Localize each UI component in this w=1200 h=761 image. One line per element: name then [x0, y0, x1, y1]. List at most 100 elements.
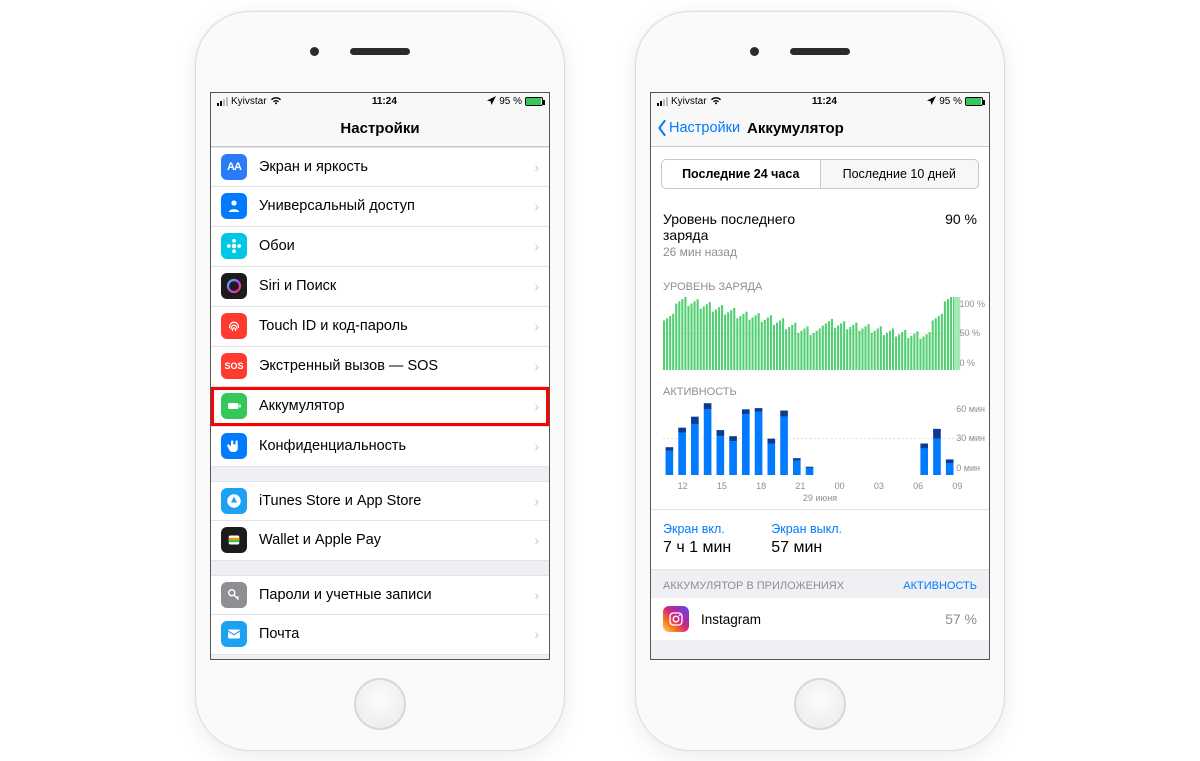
activity-chart[interactable]: 60 мин 30 мин 0 мин [651, 402, 989, 481]
chevron-right-icon: › [534, 358, 539, 374]
xlabel: 06 [899, 481, 938, 491]
last-charge-label: Уровень последнего заряда [663, 211, 843, 243]
settings-row-appstore[interactable]: iTunes Store и App Store › [211, 481, 549, 521]
xlabel: 09 [938, 481, 977, 491]
row-label: Touch ID и код-пароль [259, 318, 534, 334]
last-charge-time: 26 мин назад [651, 245, 989, 271]
settings-row-hand[interactable]: Конфиденциальность › [211, 427, 549, 467]
xlabel: 00 [820, 481, 859, 491]
chevron-right-icon: › [534, 278, 539, 294]
settings-row-siri[interactable]: Siri и Поиск › [211, 267, 549, 307]
phone-speaker [350, 48, 410, 55]
home-button[interactable] [354, 678, 406, 730]
apps-header-sort[interactable]: АКТИВНОСТЬ [903, 580, 977, 592]
home-button[interactable] [794, 678, 846, 730]
status-bar: Kyivstar 11:24 95 % [211, 93, 549, 111]
battery-icon [965, 97, 983, 106]
signal-icon [217, 97, 228, 106]
carrier-label: Kyivstar [231, 96, 267, 107]
settings-row-person[interactable]: Универсальный доступ › [211, 187, 549, 227]
chevron-right-icon: › [534, 587, 539, 603]
row-label: iTunes Store и App Store [259, 493, 534, 509]
segment-control[interactable]: Последние 24 часа Последние 10 дней [661, 159, 979, 189]
screen-off-value: 57 мин [771, 539, 842, 557]
chevron-right-icon: › [534, 198, 539, 214]
chevron-right-icon: › [534, 438, 539, 454]
iphone-frame-right: Kyivstar 11:24 95 % Настройки Аккумулято… [635, 11, 1005, 751]
x-axis-labels: 1215182100030609 [651, 481, 989, 493]
battery-pct: 95 % [499, 96, 522, 107]
ylabel: 100 % [959, 299, 985, 309]
app-row-instagram[interactable]: Instagram 57 % [651, 598, 989, 640]
settings-row-touchid[interactable]: Touch ID и код-пароль › [211, 307, 549, 347]
row-label: Конфиденциальность [259, 438, 534, 454]
nav-header: Настройки Аккумулятор [651, 111, 989, 147]
apps-header-label: АККУМУЛЯТОР В ПРИЛОЖЕНИЯХ [663, 580, 844, 592]
section-charge-title: УРОВЕНЬ ЗАРЯДА [651, 277, 989, 297]
xlabel: 18 [742, 481, 781, 491]
segment-10d[interactable]: Последние 10 дней [820, 160, 979, 188]
row-label: Siri и Поиск [259, 278, 534, 294]
settings-row-AA[interactable]: AA Экран и яркость › [211, 147, 549, 187]
chevron-right-icon: › [534, 159, 539, 175]
appstore-icon [221, 488, 247, 514]
ylabel: 60 мин [956, 404, 985, 414]
chevron-right-icon: › [534, 493, 539, 509]
ylabel: 0 % [959, 358, 985, 368]
screen-battery-detail: Kyivstar 11:24 95 % Настройки Аккумулято… [650, 92, 990, 660]
chevron-right-icon: › [534, 532, 539, 548]
xlabel: 21 [781, 481, 820, 491]
chevron-right-icon: › [534, 398, 539, 414]
signal-icon [657, 97, 668, 106]
battery-icon [525, 97, 543, 106]
last-charge-value: 90 % [945, 211, 977, 243]
page-title: Аккумулятор [747, 120, 844, 137]
flower-icon [221, 233, 247, 259]
screen-on-label: Экран вкл. [663, 522, 731, 536]
chevron-right-icon: › [534, 626, 539, 642]
back-label: Настройки [669, 120, 740, 136]
settings-group-2: iTunes Store и App Store › Wallet и Appl… [211, 481, 549, 561]
screen-on-value: 7 ч 1 мин [663, 539, 731, 557]
battery-icon [221, 393, 247, 419]
settings-row-mail[interactable]: Почта › [211, 615, 549, 655]
settings-row-battery[interactable]: Аккумулятор › [211, 387, 549, 427]
chevron-right-icon: › [534, 238, 539, 254]
hand-icon [221, 433, 247, 459]
chevron-right-icon: › [534, 318, 539, 334]
app-pct: 57 % [945, 611, 977, 627]
wallet-icon [221, 527, 247, 553]
AA-icon: AA [221, 154, 247, 180]
touchid-icon [221, 313, 247, 339]
settings-group-3: Пароли и учетные записи › Почта › [211, 575, 549, 655]
xlabel: 12 [663, 481, 702, 491]
key-icon [221, 582, 247, 608]
wifi-icon [710, 96, 722, 108]
row-label: Аккумулятор [259, 398, 534, 414]
x-axis-sublabel: 29 июня [651, 493, 989, 509]
status-bar: Kyivstar 11:24 95 % [651, 93, 989, 111]
phone-camera [750, 47, 759, 56]
nav-header: Настройки [211, 111, 549, 147]
settings-row-SOS[interactable]: SOS Экстренный вызов — SOS › [211, 347, 549, 387]
row-label: Пароли и учетные записи [259, 587, 534, 603]
phone-camera [310, 47, 319, 56]
row-label: Универсальный доступ [259, 198, 534, 214]
settings-row-key[interactable]: Пароли и учетные записи › [211, 575, 549, 615]
settings-row-flower[interactable]: Обои › [211, 227, 549, 267]
location-icon [487, 96, 496, 108]
siri-icon [221, 273, 247, 299]
status-time: 11:24 [372, 96, 397, 107]
ylabel: 50 % [959, 328, 985, 338]
xlabel: 03 [859, 481, 898, 491]
segment-24h[interactable]: Последние 24 часа [662, 160, 820, 188]
mail-icon [221, 621, 247, 647]
apps-header: АККУМУЛЯТОР В ПРИЛОЖЕНИЯХ АКТИВНОСТЬ [651, 570, 989, 598]
carrier-label: Kyivstar [671, 96, 707, 107]
back-button[interactable]: Настройки [657, 111, 740, 146]
section-activity-title: АКТИВНОСТЬ [651, 382, 989, 402]
charge-chart[interactable]: 100 % 50 % 0 % [651, 297, 989, 376]
location-icon [927, 96, 936, 108]
settings-row-wallet[interactable]: Wallet и Apple Pay › [211, 521, 549, 561]
phone-speaker [790, 48, 850, 55]
